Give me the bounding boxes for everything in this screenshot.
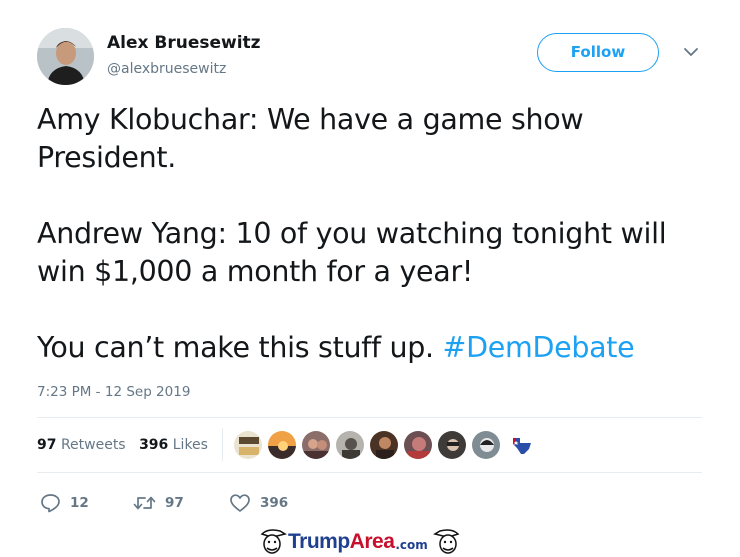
heart-icon [230,494,250,512]
retweet-icon [133,496,156,510]
liker-avatar[interactable] [267,430,297,460]
likes-label: Likes [172,437,208,453]
liker-avatar[interactable] [233,430,263,460]
tweet-line: President. [37,141,176,174]
author-handle[interactable]: @alexbruesewitz [107,61,226,77]
watermark-text: TrumpArea [288,530,395,554]
reply-icon [41,494,60,513]
tweet-line: You can’t make this stuff up. #DemDebate [37,329,717,367]
author-name[interactable]: Alex Bruesewitz [107,33,261,53]
liker-avatar[interactable] [301,430,331,460]
hashtag-link[interactable]: #DemDebate [443,331,635,364]
avatar-photo [37,28,94,85]
retweets-stat[interactable]: 97 Retweets [37,437,126,453]
chevron-down-icon[interactable] [683,46,699,58]
watermark-area: Area [349,530,395,553]
caricature-face-icon [432,529,460,554]
reply-count: 12 [70,495,89,511]
liker-avatar[interactable] [437,430,467,460]
retweet-button[interactable]: 97 [133,492,184,514]
liker-avatar[interactable] [335,430,365,460]
follow-button[interactable]: Follow [537,33,659,72]
like-count: 396 [260,495,289,511]
watermark-com: .com [395,538,428,552]
retweets-count: 97 [37,437,57,453]
tweet-line: win $1,000 a month for a year! [37,255,473,288]
liker-avatar[interactable] [471,430,501,460]
like-button[interactable]: 396 [229,492,288,514]
likes-count: 396 [139,437,169,453]
liker-avatar[interactable] [403,430,433,460]
retweets-label: Retweets [60,437,126,453]
retweet-count: 97 [165,495,184,511]
likes-stat[interactable]: 396 Likes [139,437,208,453]
liker-avatars [233,430,539,462]
tweet-line: Andrew Yang: 10 of you watching tonight … [37,217,667,250]
author-avatar[interactable] [37,28,94,85]
divider [37,472,702,473]
reply-button[interactable]: 12 [40,492,89,514]
tweet-timestamp[interactable]: 7:23 PM - 12 Sep 2019 [37,384,190,400]
tweet-text-segment: You can’t make this stuff up. [37,331,443,364]
engagement-stats: 97 Retweets 396 Likes [37,437,208,453]
watermark-trump: Trump [288,530,350,553]
tweet-text: Amy Klobuchar: We have a game show Presi… [37,101,717,367]
watermark: TrumpArea .com [258,528,484,556]
stats-separator [222,428,223,461]
liker-avatar[interactable] [505,430,535,460]
divider [37,417,702,418]
liker-avatar[interactable] [369,430,399,460]
tweet-line: Amy Klobuchar: We have a game show [37,103,584,136]
caricature-face-icon [260,529,287,554]
